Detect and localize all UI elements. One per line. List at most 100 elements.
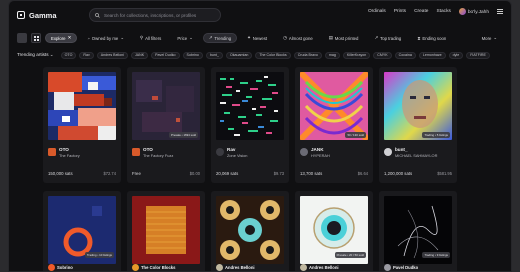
collection-card[interactable]: The Color Blocks	[127, 191, 205, 271]
status-badge: Trading • 9 listings	[422, 252, 450, 258]
close-icon[interactable]: ✕	[68, 35, 72, 41]
owned-filter[interactable]: ◔ Owned by me ⌄	[81, 33, 130, 43]
artist-chip[interactable]: KillerKrayon	[342, 51, 371, 59]
artist-chip[interactable]: mag	[324, 51, 340, 59]
card-title: Rav	[227, 147, 236, 152]
artwork-image	[48, 72, 116, 140]
artist-chip[interactable]: The Color Blocks	[255, 51, 291, 59]
search-bar[interactable]	[89, 8, 221, 22]
collection-card[interactable]: Trading • 5 listings bunt_ MICHAEL SAHMA…	[379, 67, 457, 183]
nav-stacks[interactable]: Stacks	[436, 9, 450, 14]
artist-chip[interactable]: Cocaina	[394, 51, 416, 59]
sort-top-trading[interactable]: ↗ Top trading	[368, 33, 407, 43]
trending-artists-text: Trending artists	[17, 52, 49, 57]
owned-label: Owned by me	[91, 35, 119, 41]
card-title: The Color Blocks	[141, 265, 176, 270]
filter-icon: ⚲	[139, 35, 144, 40]
artist-chip[interactable]: Cruda Bravo	[293, 51, 322, 59]
collection-card[interactable]: Trading • 9 listings Pavel Dudko	[379, 191, 457, 271]
card-price-usd: $9.73	[273, 171, 284, 176]
artwork-image	[216, 196, 284, 264]
artist-chip[interactable]: dyle	[448, 51, 464, 59]
artist-chip[interactable]: FIATFIRE	[466, 51, 490, 59]
artist-chip[interactable]: Lemonhaze	[418, 51, 446, 59]
explore-filter[interactable]: Explore ✕	[45, 33, 78, 43]
sort-newest[interactable]: ✦ Newest	[241, 33, 273, 43]
collection-card[interactable]: Trading • 10 listings Sobrino	[43, 191, 121, 271]
sort-most-printed[interactable]: ▤ Most printed	[323, 33, 365, 43]
chart-icon: ↗	[374, 35, 379, 40]
card-price-sats: 1,200,000 sats	[384, 171, 413, 176]
artist-chip[interactable]: CMYK	[373, 51, 392, 59]
sort-almost-gone-label: Almost gone	[288, 35, 313, 41]
collection-card[interactable]: 50 / 130 sold JANK HYPERAH 13,700 sats $…	[295, 67, 373, 183]
sort-newest-label: Newest	[252, 35, 268, 41]
artist-chip[interactable]: Andres Belloni	[96, 51, 128, 59]
nav-create[interactable]: Create	[414, 9, 428, 14]
all-filters-button[interactable]: ⚲ All filters	[134, 33, 167, 43]
search-icon	[95, 12, 100, 18]
card-title: OTO	[143, 147, 153, 152]
card-price-usd: $6.64	[357, 171, 368, 176]
artist-avatar	[48, 264, 55, 271]
collection-card[interactable]: Andres Belloni	[211, 191, 289, 271]
collection-card[interactable]: Presale • 1694 sold OTO The Factory Fuzz…	[127, 67, 205, 183]
sort-top-trading-label: Top trading	[380, 35, 402, 41]
print-icon: ▤	[328, 35, 333, 40]
collection-card[interactable]: Rav Zone Vision 20,069 sats $9.73	[211, 67, 289, 183]
artist-chip[interactable]: JANK	[130, 51, 149, 59]
nav-prints[interactable]: Prints	[394, 9, 406, 14]
artist-chip[interactable]: Pavel Dudko	[151, 51, 180, 59]
nav-ordinals[interactable]: Ordinals	[368, 9, 386, 14]
artist-avatar	[48, 148, 56, 156]
gamma-logo-icon	[17, 11, 25, 19]
card-subtitle: The Factory Fuzz	[143, 153, 174, 158]
trending-artists-bar: Trending artists ⌄ OTO Rav Andres Bellon…	[9, 50, 511, 60]
artist-avatar	[300, 148, 308, 156]
hamburger-menu-icon[interactable]	[497, 9, 503, 14]
card-subtitle: Zone Vision	[227, 153, 248, 158]
more-button[interactable]: More ⌄	[476, 33, 503, 43]
sort-trending-label: Trending	[214, 35, 232, 41]
all-filters-label: All filters	[145, 35, 162, 41]
price-label: Price	[177, 35, 188, 41]
chevron-down-icon: ⌄	[120, 35, 124, 40]
sparkle-icon: ✦	[247, 35, 251, 40]
more-label: More	[481, 35, 492, 41]
artwork-image	[384, 72, 452, 140]
hourglass-icon: ⧗	[417, 35, 421, 41]
trending-artists-label[interactable]: Trending artists ⌄	[17, 52, 54, 58]
card-subtitle: MICHAEL SAHMAYLOR	[395, 153, 438, 158]
artwork-image	[132, 72, 200, 140]
sort-almost-gone[interactable]: ◷ Almost gone	[277, 33, 319, 43]
card-price-sats: 20,069 sats	[216, 171, 239, 176]
status-badge: 50 / 130 sold	[345, 132, 366, 138]
collection-card[interactable]: OTO The Factory 150,000 sats $72.74	[43, 67, 121, 183]
price-filter[interactable]: Price ⌄	[171, 33, 198, 43]
artwork-image	[132, 196, 200, 264]
artist-chip[interactable]: bunt_	[205, 51, 223, 59]
card-price-usd: $0.00	[189, 171, 200, 176]
sort-ending-soon[interactable]: ⧗ Ending soon	[411, 33, 452, 43]
status-badge: Presale • 20 / 50 sold	[334, 252, 366, 258]
user-menu[interactable]: bo'ly.Jahh	[458, 8, 489, 15]
card-title: Pavel Dudko	[393, 265, 419, 270]
search-input[interactable]	[104, 12, 214, 18]
card-subtitle: The Factory	[59, 153, 80, 158]
app-window: Gamma Ordinals Prints Create Stacks bo'l…	[8, 0, 512, 272]
collection-card[interactable]: Presale • 20 / 50 sold Andres Belloni	[295, 191, 373, 271]
card-subtitle: HYPERAH	[311, 153, 330, 158]
card-title: Andres Belloni	[225, 265, 255, 270]
sort-trending[interactable]: ↗ Trending	[202, 33, 238, 43]
artist-chip[interactable]: Rav	[79, 51, 94, 59]
artist-chip[interactable]: Sobrino	[182, 51, 203, 59]
grid-view-toggle[interactable]	[31, 33, 41, 43]
artist-chip[interactable]: OTO	[60, 51, 77, 59]
brand-name: Gamma	[29, 10, 57, 20]
status-badge: Trading • 5 listings	[422, 132, 450, 138]
artist-chip[interactable]: Okauamian	[225, 51, 253, 59]
brand-logo[interactable]: Gamma	[17, 11, 57, 20]
list-view-toggle[interactable]	[17, 33, 27, 43]
card-price-sats: 150,000 sats	[48, 171, 73, 176]
top-bar: Gamma Ordinals Prints Create Stacks bo'l…	[9, 1, 511, 29]
